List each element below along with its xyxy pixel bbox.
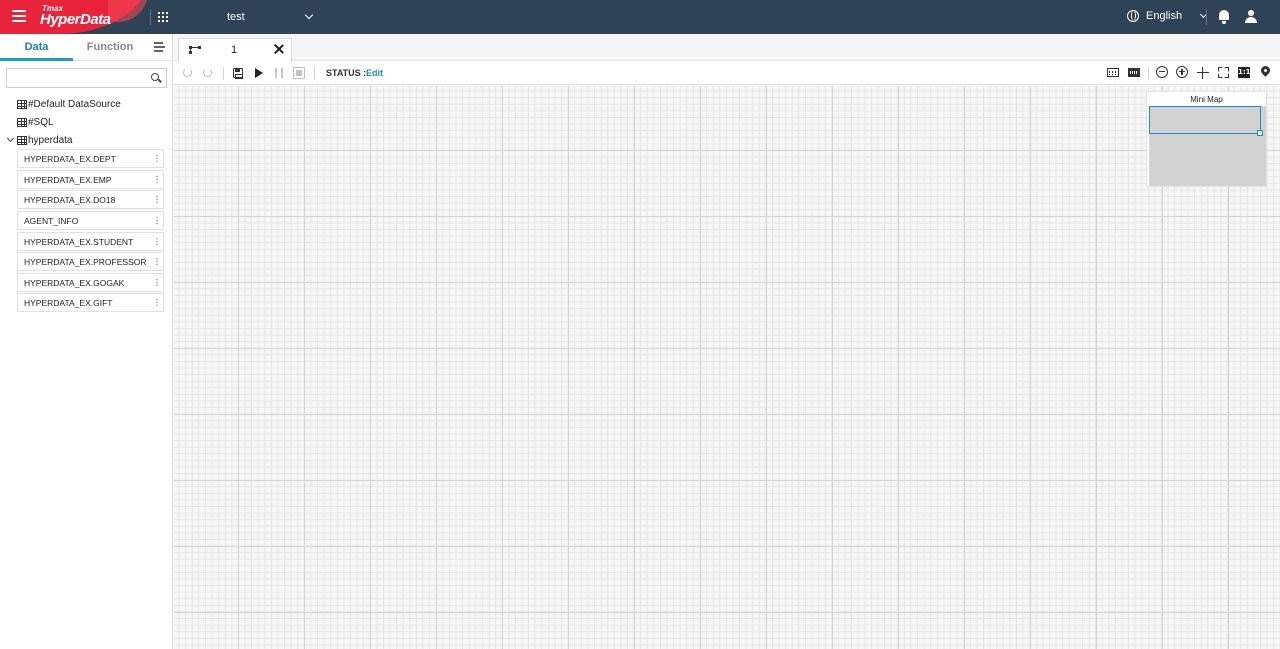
drag-handle-icon[interactable] (156, 175, 158, 184)
keyboard-alt-icon (1128, 68, 1140, 77)
tree-node-label: hyperdata (28, 135, 73, 146)
dataset-item[interactable]: HYPERDATA_EX.DO18 (17, 190, 164, 209)
document-tab-bar: 1 (174, 34, 1280, 62)
user-profile-icon[interactable] (1244, 10, 1258, 24)
workflow-canvas[interactable] (174, 86, 1280, 649)
dataset-label: HYPERDATA_EX.GOGAK (24, 278, 125, 288)
minimap-viewport[interactable] (1149, 106, 1261, 134)
table-icon (17, 100, 27, 109)
save-button[interactable] (231, 66, 245, 80)
left-panel: Data Function #Default DataSource #SQL h… (0, 34, 173, 649)
tab-label: 1 (231, 44, 238, 56)
globe-icon (1127, 10, 1139, 22)
editor-toolbar: STATUS : Edit 1:1 (174, 62, 1280, 85)
tree-node-label: #Default DataSource (28, 99, 121, 110)
stop-icon (293, 67, 305, 79)
zoom-in-button[interactable] (1176, 66, 1190, 80)
keyboard-button[interactable] (1107, 66, 1121, 80)
drag-handle-icon[interactable] (156, 278, 158, 287)
dataset-label: HYPERDATA_EX.GIFT (24, 298, 113, 308)
drag-handle-icon[interactable] (156, 216, 158, 225)
tab-flow-1[interactable]: 1 (178, 38, 292, 62)
zoom-in-icon (1176, 66, 1188, 78)
dataset-label: HYPERDATA_EX.PROFESSOR (24, 257, 147, 267)
dataset-label: HYPERDATA_EX.EMP (24, 175, 112, 185)
dataset-item[interactable]: AGENT_INFO (17, 211, 164, 230)
location-button[interactable] (1259, 64, 1273, 80)
fit-screen-button[interactable] (1217, 66, 1231, 80)
drag-handle-icon[interactable] (156, 298, 158, 307)
tree-node-label: #SQL (28, 117, 54, 128)
search-icon[interactable] (151, 73, 162, 83)
pause-button[interactable] (272, 66, 286, 80)
dataset-label: AGENT_INFO (24, 216, 79, 226)
save-icon (233, 68, 243, 79)
pin-icon (1259, 64, 1272, 77)
header-divider (1206, 9, 1207, 25)
pause-icon (275, 68, 283, 78)
header-divider (150, 9, 151, 25)
minimap-title: Mini Map (1190, 95, 1223, 104)
drag-handle-icon[interactable] (156, 154, 158, 163)
brand-logo-text[interactable]: HyperData (40, 11, 111, 28)
search-input[interactable] (10, 70, 146, 86)
panel-menu-icon[interactable] (154, 42, 165, 52)
undo-icon (183, 68, 192, 77)
workspace-selector[interactable]: test (210, 8, 318, 26)
apps-grid-icon[interactable] (158, 12, 168, 22)
hamburger-menu-icon[interactable] (12, 10, 26, 22)
chevron-down-icon[interactable] (6, 134, 15, 143)
dataset-item[interactable]: HYPERDATA_EX.GIFT (17, 293, 164, 312)
stop-button[interactable] (292, 66, 306, 80)
keyboard-icon (1107, 68, 1119, 77)
dataset-item[interactable]: HYPERDATA_EX.PROFESSOR (17, 252, 164, 271)
minimap: Mini Map (1146, 91, 1267, 187)
run-button[interactable] (252, 66, 266, 80)
drag-handle-icon[interactable] (156, 195, 158, 204)
status-label: STATUS : (326, 68, 367, 78)
left-panel-tabs: Data Function (0, 34, 173, 61)
dataset-item[interactable]: HYPERDATA_EX.GOGAK (17, 273, 164, 292)
brand-area: Tmax HyperData (0, 0, 150, 34)
brand-swoosh-accent (108, 0, 148, 22)
play-icon (255, 68, 263, 78)
redo-button[interactable] (201, 66, 215, 80)
drag-handle-icon[interactable] (156, 257, 158, 266)
notification-bell-icon[interactable] (1218, 10, 1230, 24)
language-label: English (1146, 10, 1183, 22)
close-icon[interactable] (274, 44, 284, 54)
zoom-out-icon (1156, 66, 1168, 78)
redo-icon (203, 68, 212, 77)
minimap-resize-handle[interactable] (1257, 130, 1263, 136)
fit-screen-icon (1218, 67, 1229, 78)
dataset-label: HYPERDATA_EX.STUDENT (24, 237, 134, 247)
dataset-item[interactable]: HYPERDATA_EX.STUDENT (17, 232, 164, 251)
actual-size-button[interactable]: 1:1 (1238, 66, 1252, 80)
undo-button[interactable] (181, 66, 195, 80)
dataset-item[interactable]: HYPERDATA_EX.DEPT (17, 149, 164, 168)
pan-button[interactable] (1196, 66, 1210, 80)
dataset-label: HYPERDATA_EX.DEPT (24, 154, 116, 164)
table-icon (17, 136, 27, 145)
zoom-out-button[interactable] (1156, 66, 1170, 80)
toolbar-divider (223, 67, 224, 80)
tab-function[interactable]: Function (73, 34, 147, 61)
search-box (6, 68, 167, 88)
chevron-down-icon (304, 10, 314, 20)
drag-handle-icon[interactable] (156, 237, 158, 246)
toolbar-divider (314, 67, 315, 80)
dataset-label: HYPERDATA_EX.DO18 (24, 195, 116, 205)
flow-icon (189, 46, 201, 54)
table-icon (17, 118, 27, 127)
tab-data[interactable]: Data (0, 34, 73, 61)
dataset-item[interactable]: HYPERDATA_EX.EMP (17, 170, 164, 189)
toolbar-divider (1148, 67, 1149, 80)
keyboard-alt-button[interactable] (1128, 66, 1142, 80)
status-value: Edit (366, 68, 383, 78)
workspace-name: test (227, 11, 245, 23)
top-navigation-bar: Tmax HyperData test English (0, 0, 1280, 34)
ratio-icon: 1:1 (1238, 67, 1251, 78)
move-icon (1197, 67, 1209, 79)
